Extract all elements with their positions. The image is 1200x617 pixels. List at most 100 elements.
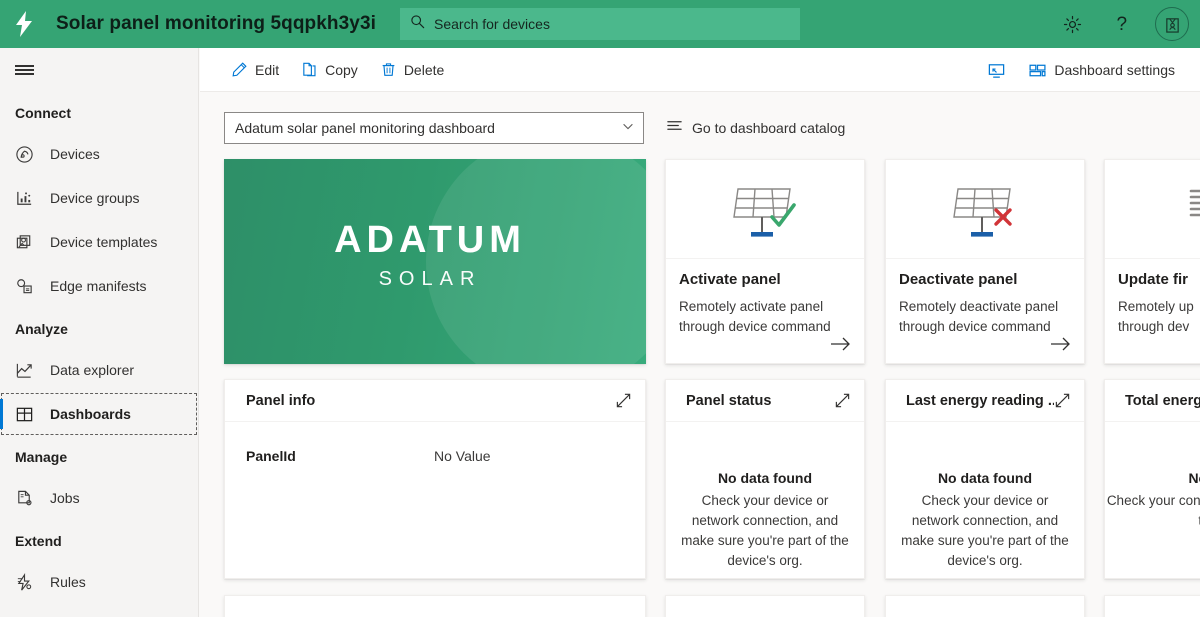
sidebar: Connect Devices Device groups Device tem… [0, 48, 199, 617]
tile-next-row-partial [885, 595, 1085, 617]
dashboards-icon [13, 403, 35, 425]
arrow-right-icon[interactable] [830, 336, 852, 357]
empty-state-text: Check your device or network connection,… [681, 493, 849, 568]
sidebar-item-label: Device templates [50, 234, 158, 250]
tile-content: PanelId No Value [225, 422, 645, 464]
expand-icon[interactable] [615, 392, 632, 409]
action-card-body: Activate panel Remotely activate panel t… [666, 259, 864, 363]
action-card-activate-panel[interactable]: Activate panel Remotely activate panel t… [665, 159, 865, 364]
data-explorer-icon [13, 359, 35, 381]
solar-panel-x-icon [886, 160, 1084, 259]
banner-brand: ADATUM SOLAR [224, 221, 646, 289]
main-content: Adatum solar panel monitoring dashboard … [200, 92, 1200, 617]
sidebar-group-connect: Connect [15, 105, 71, 121]
sidebar-item-dashboards[interactable]: Dashboards [0, 392, 198, 436]
sidebar-item-device-templates[interactable]: Device templates [0, 220, 198, 264]
tile-header: Total energ [1105, 380, 1200, 422]
sidebar-item-devices[interactable]: Devices [0, 132, 198, 176]
action-card-title: Update fir [1118, 271, 1189, 288]
empty-state-title: No data found [937, 470, 1033, 486]
action-card-desc-2: through device command [679, 319, 831, 334]
arrow-right-icon[interactable] [1050, 336, 1072, 357]
app-header: Solar panel monitoring 5qqpkh3y3i Search… [0, 0, 1200, 48]
svg-text:?: ? [1116, 14, 1127, 35]
jobs-icon [13, 487, 35, 509]
action-card-desc-1: Remotely activate panel [679, 299, 824, 314]
expand-icon[interactable] [1054, 392, 1071, 409]
tile-header: Panel status [666, 380, 864, 422]
edit-label: Edit [255, 61, 280, 78]
present-screen-button[interactable] [976, 48, 1017, 92]
catalog-link-label: Go to dashboard catalog [692, 120, 846, 136]
dashboard-layout-icon [1028, 61, 1047, 80]
edit-button[interactable]: Edit [220, 48, 290, 92]
sidebar-item-label: Devices [50, 146, 100, 162]
tile-title: Panel status [686, 392, 772, 409]
hamburger-icon[interactable] [0, 48, 48, 92]
sidebar-item-rules[interactable]: Rules [0, 560, 198, 604]
command-bar-right: Dashboard settings [976, 48, 1186, 92]
chevron-down-icon [621, 119, 635, 138]
copy-label: Copy [325, 61, 358, 78]
action-card-deactivate-panel[interactable]: Deactivate panel Remotely deactivate pan… [885, 159, 1085, 364]
property-row: PanelId No Value [246, 448, 624, 464]
device-templates-icon [13, 231, 35, 253]
command-bar: Edit Copy Delete Dashboard settings [200, 48, 1200, 92]
lightning-bolt-icon [0, 0, 48, 48]
sidebar-item-label: Jobs [50, 490, 80, 506]
sidebar-group-manage: Manage [15, 449, 68, 465]
adatum-solar-banner: ADATUM SOLAR [224, 159, 646, 364]
tile-next-row-partial [665, 595, 865, 617]
empty-state-title: No d [1188, 470, 1200, 486]
edge-manifests-icon [13, 275, 35, 297]
action-card-body: Deactivate panel Remotely deactivate pan… [886, 259, 1084, 363]
dashboard-picker-row: Adatum solar panel monitoring dashboard … [200, 92, 1200, 144]
delete-button[interactable]: Delete [369, 48, 455, 92]
sidebar-item-data-explorer[interactable]: Data explorer [0, 348, 198, 392]
settings-icon[interactable] [1052, 4, 1092, 44]
action-card-title: Activate panel [679, 271, 781, 288]
tile-panel-status: Panel status No data found Check your de… [665, 379, 865, 579]
tile-empty-state: No d Check your connection, a part of th [1105, 422, 1200, 531]
action-card-desc-2: through device command [899, 319, 1051, 334]
dashboard-settings-button[interactable]: Dashboard settings [1017, 48, 1186, 92]
dashboard-select-value: Adatum solar panel monitoring dashboard [235, 120, 495, 136]
dashboard-select[interactable]: Adatum solar panel monitoring dashboard [224, 112, 644, 144]
help-icon[interactable]: ? [1102, 4, 1142, 44]
tile-empty-state: No data found Check your device or netwo… [666, 422, 864, 571]
tile-header: Last energy reading ... [886, 380, 1084, 422]
sidebar-group-analyze: Analyze [15, 321, 68, 337]
tile-title: Total energ [1125, 392, 1200, 409]
action-card-desc-1: Remotely deactivate panel [899, 299, 1059, 314]
banner-brand-secondary: SOLAR [378, 268, 482, 290]
expand-icon[interactable] [834, 392, 851, 409]
tile-panel-info: Panel info PanelId No Value [224, 379, 646, 579]
sidebar-item-device-groups[interactable]: Device groups [0, 176, 198, 220]
sidebar-item-edge-manifests[interactable]: Edge manifests [0, 264, 198, 308]
tile-next-row-partial [1104, 595, 1200, 617]
action-card-body: Update fir Remotely up through dev [1105, 259, 1200, 363]
go-to-dashboard-catalog-link[interactable]: Go to dashboard catalog [666, 117, 845, 139]
delete-label: Delete [403, 61, 445, 78]
device-groups-icon [13, 187, 35, 209]
dashboard-settings-label: Dashboard settings [1054, 62, 1175, 78]
pencil-icon [231, 61, 248, 78]
property-value: No Value [434, 448, 491, 464]
devices-icon [13, 143, 35, 165]
tile-title: Panel info [246, 392, 316, 409]
empty-state-title: No data found [717, 470, 813, 486]
firmware-update-icon [1105, 160, 1200, 259]
search-icon [410, 14, 425, 34]
copy-button[interactable]: Copy [290, 48, 369, 92]
search-input[interactable]: Search for devices [400, 8, 800, 40]
rules-icon [13, 571, 35, 593]
account-icon[interactable] [1152, 4, 1192, 44]
banner-brand-primary: ADATUM [334, 219, 526, 261]
empty-state-text: Check your connection, a part of th [1106, 493, 1200, 528]
action-card-update-firmware[interactable]: Update fir Remotely up through dev [1104, 159, 1200, 364]
property-key: PanelId [246, 448, 296, 464]
tile-empty-state: No data found Check your device or netwo… [886, 422, 1084, 571]
tile-last-energy-reading: Last energy reading ... No data found Ch… [885, 379, 1085, 579]
sidebar-item-label: Edge manifests [50, 278, 147, 294]
sidebar-item-jobs[interactable]: Jobs [0, 476, 198, 520]
